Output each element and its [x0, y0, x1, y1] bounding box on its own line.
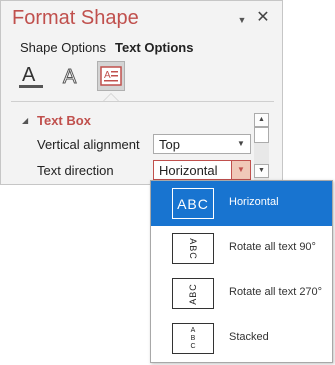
- text-direction-dropdown: ABC Horizontal ABC Rotate all text 90° A…: [150, 180, 333, 363]
- preview-letter: B: [190, 334, 196, 342]
- scrollbar[interactable]: ▲ ▼: [254, 113, 269, 183]
- preview-text: ABC: [177, 195, 209, 212]
- svg-text:A: A: [63, 66, 77, 88]
- pane-options-icon[interactable]: ▼: [236, 14, 248, 26]
- textbox-icon[interactable]: A: [97, 61, 125, 91]
- option-label: Rotate all text 90°: [229, 241, 316, 253]
- option-horizontal[interactable]: ABC Horizontal: [151, 181, 332, 226]
- preview-letter: C: [190, 342, 196, 350]
- option-label: Rotate all text 270°: [229, 286, 323, 298]
- chevron-down-icon[interactable]: ▼: [232, 135, 250, 153]
- horizontal-preview-icon: ABC: [172, 188, 214, 219]
- vertical-alignment-value: Top: [159, 137, 180, 152]
- option-rotate-270[interactable]: ABC Rotate all text 270°: [151, 271, 332, 316]
- scroll-thumb[interactable]: [254, 127, 269, 143]
- preview-text: ABC: [187, 237, 198, 260]
- section-title-text-box[interactable]: Text Box: [37, 113, 91, 128]
- vertical-alignment-label: Vertical alignment: [37, 137, 140, 152]
- option-label: Horizontal: [229, 196, 279, 208]
- chevron-down-icon[interactable]: ▼: [231, 161, 250, 179]
- scroll-down-icon[interactable]: ▼: [254, 164, 269, 178]
- option-rotate-90[interactable]: ABC Rotate all text 90°: [151, 226, 332, 271]
- tab-shape-options[interactable]: Shape Options: [20, 40, 106, 55]
- collapse-arrow-icon[interactable]: ◢: [22, 116, 28, 125]
- text-direction-value: Horizontal: [159, 163, 218, 178]
- preview-letter: A: [190, 326, 196, 334]
- text-direction-label: Text direction: [37, 163, 114, 178]
- rotate-90-preview-icon: ABC: [172, 233, 214, 264]
- stacked-preview-icon: A B C: [172, 323, 214, 354]
- option-label: Stacked: [229, 331, 269, 343]
- tab-text-options[interactable]: Text Options: [115, 40, 193, 55]
- close-icon[interactable]: ✕: [256, 10, 270, 26]
- divider: [11, 101, 274, 102]
- scroll-up-icon[interactable]: ▲: [254, 113, 269, 127]
- preview-text: ABC: [187, 282, 198, 305]
- text-fill-outline-icon[interactable]: A: [18, 61, 46, 91]
- option-stacked[interactable]: A B C Stacked: [151, 316, 332, 361]
- text-direction-select[interactable]: Horizontal ▼: [153, 160, 251, 180]
- text-effects-icon[interactable]: A: [58, 61, 86, 91]
- svg-text:A: A: [104, 70, 111, 81]
- rotate-270-preview-icon: ABC: [172, 278, 214, 309]
- vertical-alignment-select[interactable]: Top ▼: [153, 134, 251, 154]
- svg-text:A: A: [22, 64, 36, 86]
- pane-title: Format Shape: [12, 7, 139, 29]
- tab-indicator-fill: [104, 94, 118, 101]
- format-shape-pane: Format Shape ▼ ✕ Shape Options Text Opti…: [0, 0, 283, 185]
